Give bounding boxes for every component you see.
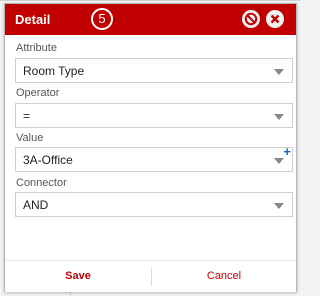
background-divider xyxy=(70,292,71,296)
dialog-footer: Save Cancel xyxy=(5,260,296,292)
close-icon xyxy=(270,14,280,24)
value-select[interactable]: 3A-Office + xyxy=(15,145,293,172)
plus-icon[interactable]: + xyxy=(283,145,291,158)
chevron-down-icon xyxy=(274,203,284,209)
chevron-down-icon xyxy=(274,114,284,120)
operator-label: Operator xyxy=(16,87,60,99)
background-divider xyxy=(0,0,300,1)
operator-value: = xyxy=(23,109,31,123)
attribute-label: Attribute xyxy=(16,42,57,54)
detail-dialog: Detail 5 Attribute Room Type Operator = … xyxy=(4,3,297,292)
save-button[interactable]: Save xyxy=(5,261,151,292)
value-label: Value xyxy=(16,132,44,144)
connector-label: Connector xyxy=(16,177,67,189)
cancel-button[interactable]: Cancel xyxy=(152,261,296,292)
value-value: 3A-Office xyxy=(23,153,73,167)
connector-select[interactable]: AND xyxy=(15,192,293,217)
dialog-title: Detail xyxy=(15,12,51,27)
clear-button[interactable] xyxy=(242,10,260,28)
attribute-select[interactable]: Room Type xyxy=(15,58,293,83)
clear-icon xyxy=(244,12,258,26)
dialog-titlebar: Detail 5 xyxy=(5,4,296,35)
operator-select[interactable]: = xyxy=(15,103,293,128)
attribute-value: Room Type xyxy=(23,64,85,78)
chevron-down-icon xyxy=(274,69,284,75)
connector-value: AND xyxy=(23,198,49,212)
step-badge: 5 xyxy=(91,8,113,30)
close-button[interactable] xyxy=(266,10,284,28)
